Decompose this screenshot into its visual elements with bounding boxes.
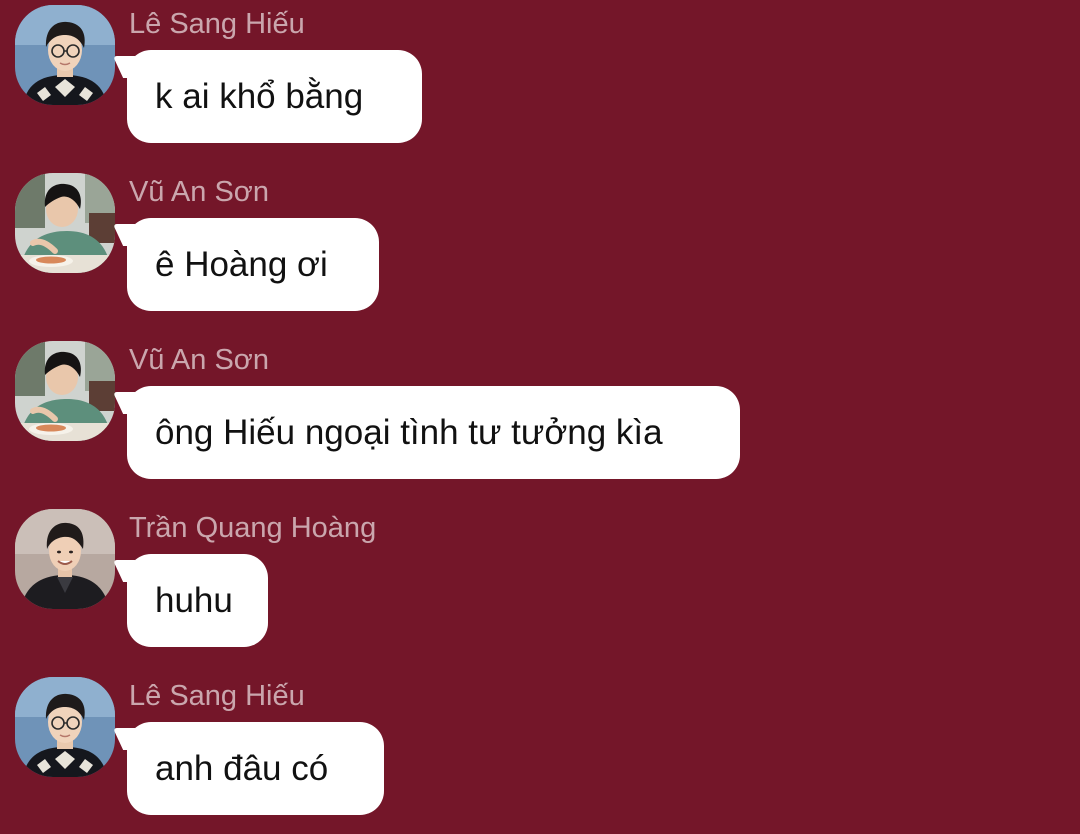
sender-name[interactable]: Lê Sang Hiếu	[129, 678, 305, 714]
avatar-tran-quang-hoang[interactable]	[15, 509, 115, 609]
avatar-image	[15, 173, 115, 273]
message-item: Lê Sang Hiếu k ai khổ bằng	[0, 0, 1080, 168]
avatar-image	[15, 341, 115, 441]
message-bubble[interactable]: ê Hoàng ơi	[127, 218, 379, 311]
sender-name[interactable]: Lê Sang Hiếu	[129, 6, 305, 42]
message-item: Lê Sang Hiếu anh đâu có	[0, 672, 1080, 834]
message-text: ông Hiếu ngoại tình tư tưởng kìa	[155, 412, 663, 452]
avatar-image	[15, 509, 115, 609]
sender-name[interactable]: Vũ An Sơn	[129, 174, 269, 210]
message-item: Vũ An Sơn ông Hiếu ngoại tình tư tưởng k…	[0, 336, 1080, 504]
avatar-image	[15, 5, 115, 105]
message-item: Vũ An Sơn ê Hoàng ơi	[0, 168, 1080, 336]
message-text: ê Hoàng ơi	[155, 244, 328, 284]
avatar-image	[15, 677, 115, 777]
message-text: huhu	[155, 580, 233, 620]
sender-name[interactable]: Trần Quang Hoàng	[129, 510, 376, 546]
avatar-vu-an-son[interactable]	[15, 341, 115, 441]
message-bubble[interactable]: ông Hiếu ngoại tình tư tưởng kìa	[127, 386, 740, 479]
message-text: k ai khổ bằng	[155, 76, 364, 116]
message-bubble[interactable]: anh đâu có	[127, 722, 384, 815]
avatar-vu-an-son[interactable]	[15, 173, 115, 273]
message-item: Trần Quang Hoàng huhu	[0, 504, 1080, 672]
sender-name[interactable]: Vũ An Sơn	[129, 342, 269, 378]
avatar-le-sang-hieu[interactable]	[15, 5, 115, 105]
chat-message-list[interactable]: Lê Sang Hiếu k ai khổ bằng Vũ An Sơn ê H…	[0, 0, 1080, 834]
message-bubble[interactable]: huhu	[127, 554, 268, 647]
message-text: anh đâu có	[155, 748, 329, 788]
message-bubble[interactable]: k ai khổ bằng	[127, 50, 422, 143]
avatar-le-sang-hieu[interactable]	[15, 677, 115, 777]
